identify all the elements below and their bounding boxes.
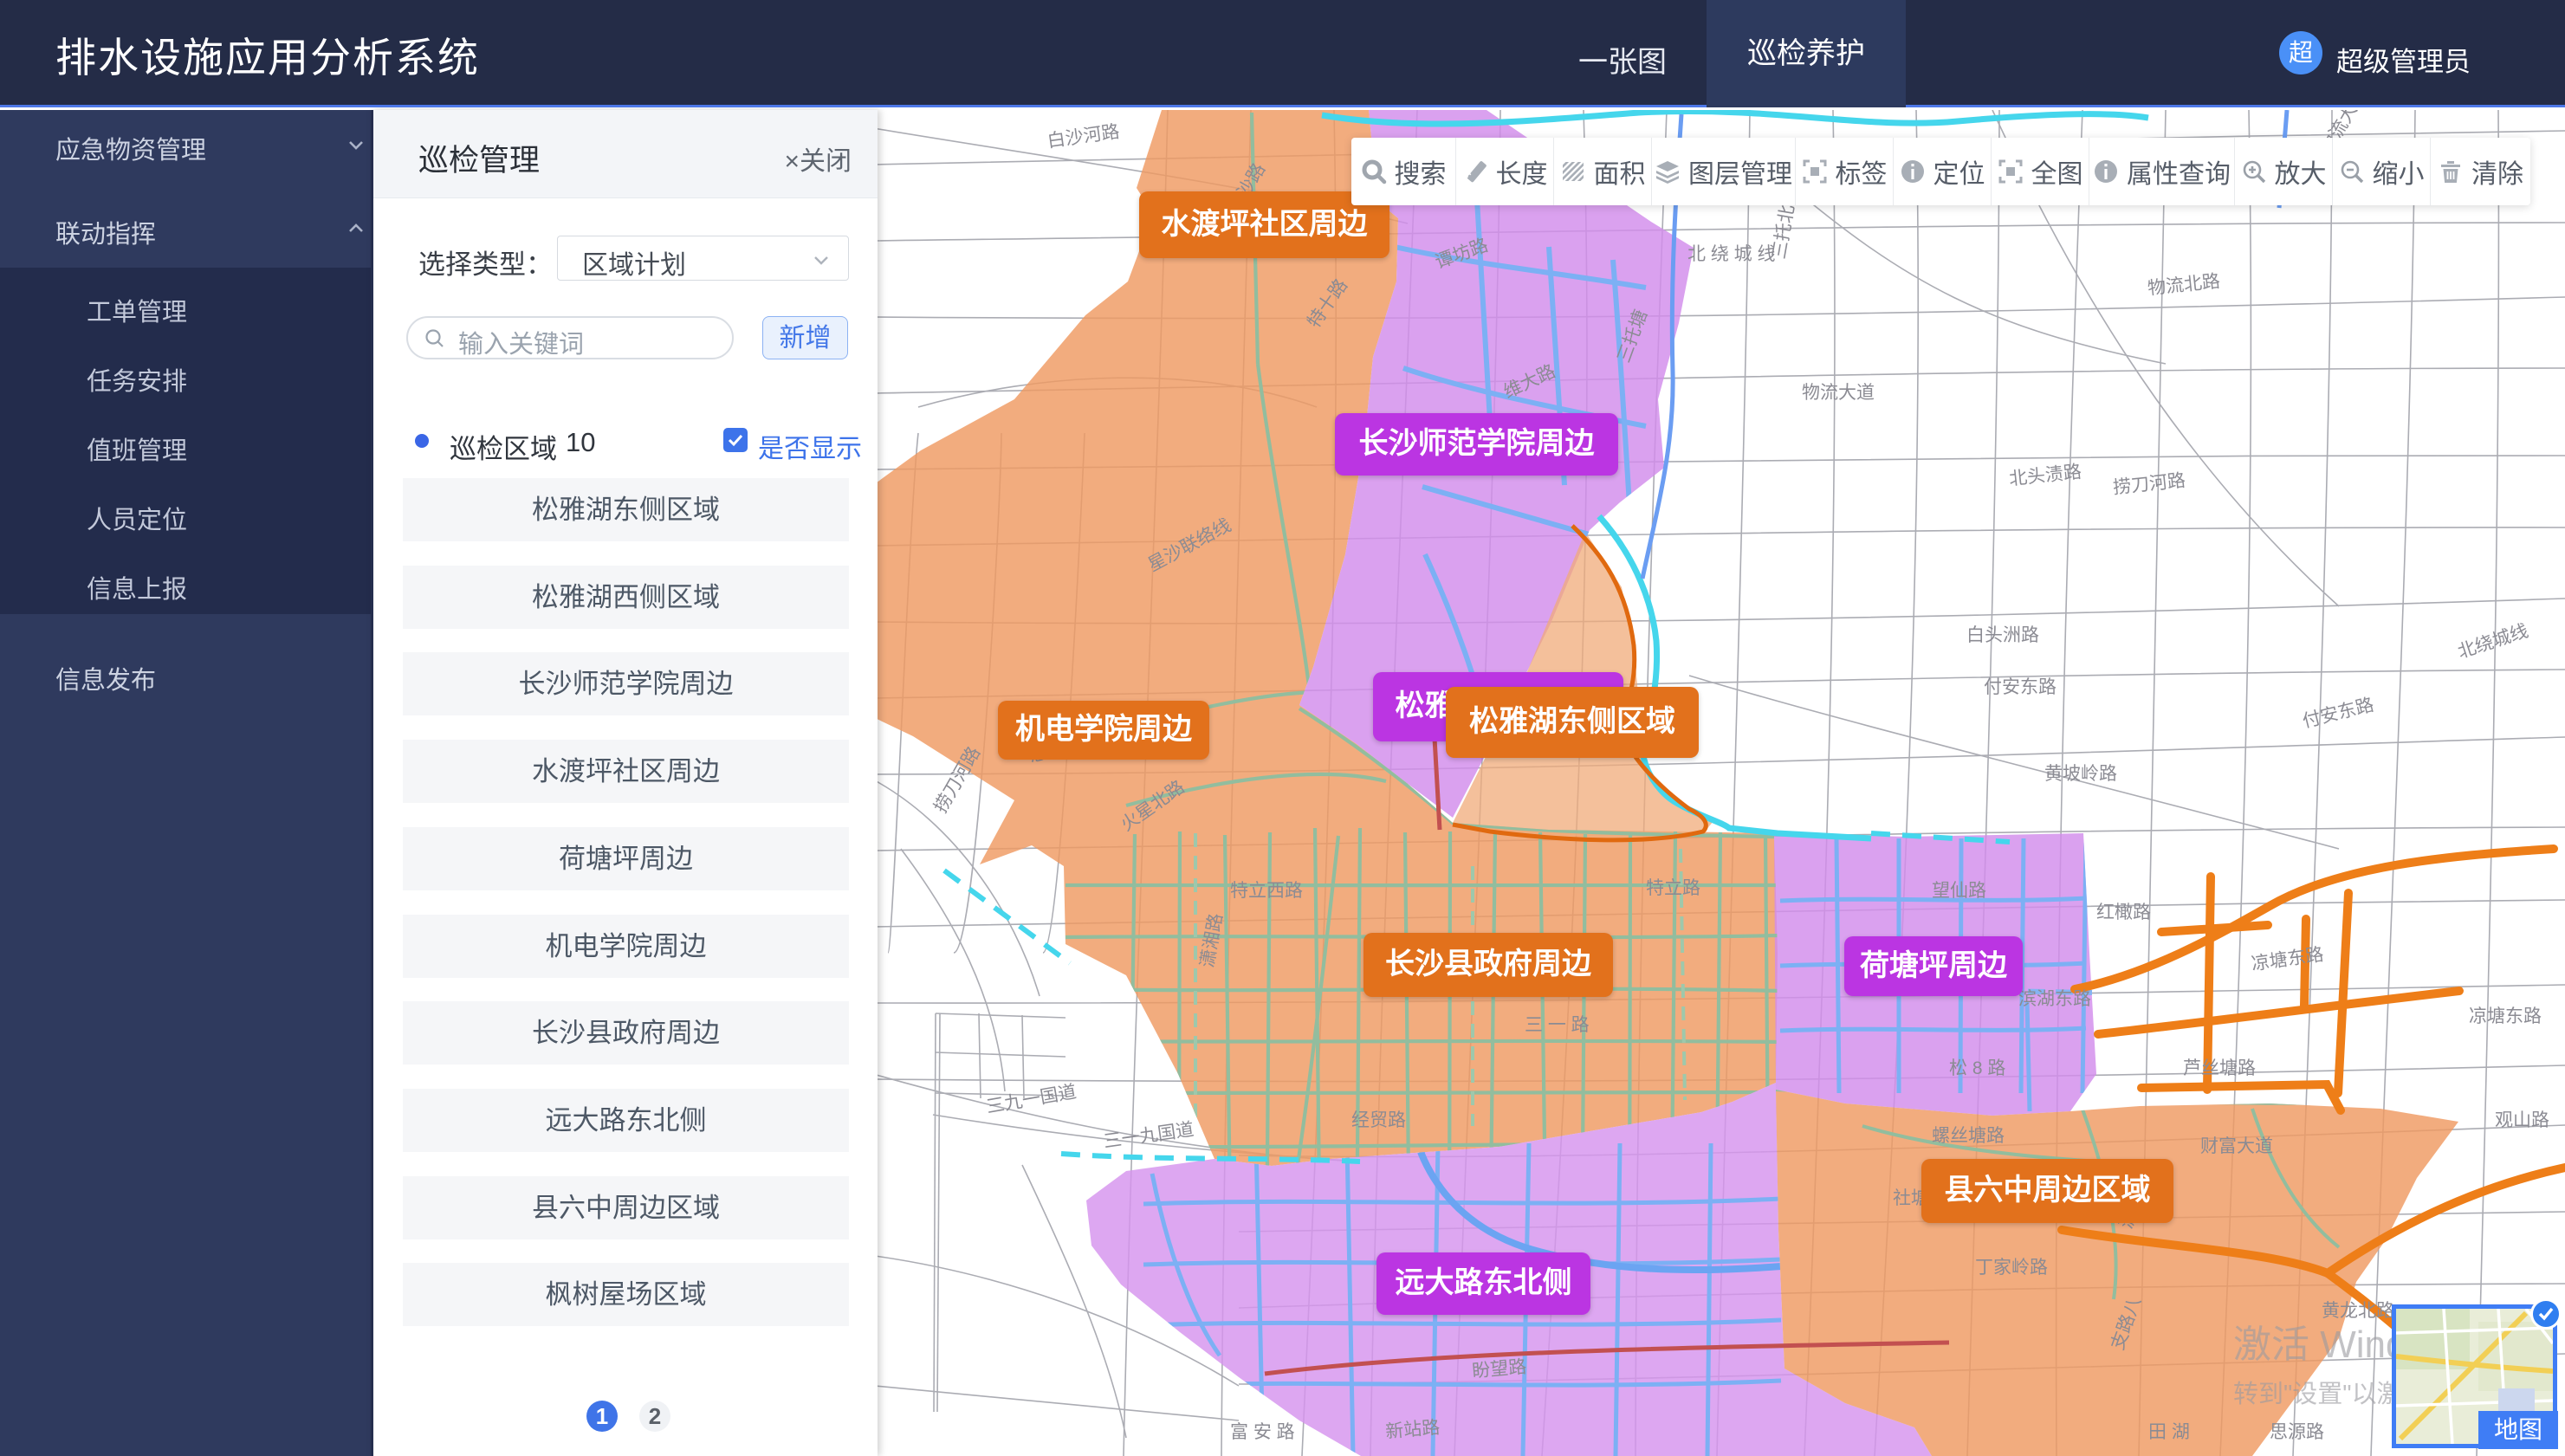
svg-text:财富大道: 财富大道 (2200, 1136, 2273, 1156)
svg-text:凉塘东路: 凉塘东路 (2469, 1006, 2542, 1026)
svg-text:田 湖: 田 湖 (2148, 1422, 2190, 1442)
svg-text:滨湖东路: 滨湖东路 (2018, 989, 2091, 1009)
svg-text:捞刀河路: 捞刀河路 (2112, 470, 2186, 498)
svg-text:富 安 路: 富 安 路 (1230, 1422, 1295, 1442)
svg-text:特立西路: 特立西路 (1230, 881, 1303, 901)
svg-text:观山路: 观山路 (2495, 1110, 2549, 1130)
svg-text:物流北路: 物流北路 (2147, 271, 2221, 299)
svg-text:白头洲路: 白头洲路 (1966, 625, 2039, 645)
svg-text:特立路: 特立路 (1646, 878, 1700, 898)
svg-text:经贸路: 经贸路 (1351, 1110, 1406, 1130)
svg-text:物流大道: 物流大道 (1802, 383, 1875, 403)
svg-text:三九一国道: 三九一国道 (985, 1082, 1078, 1117)
svg-text:北头渍路: 北头渍路 (2008, 462, 2082, 489)
svg-text:望仙路: 望仙路 (1932, 881, 1986, 901)
svg-text:三 一 路: 三 一 路 (1525, 1015, 1590, 1035)
svg-text:丁家岭路: 丁家岭路 (1975, 1258, 2048, 1278)
svg-text:芦丝塘路: 芦丝塘路 (2183, 1058, 2256, 1078)
svg-text:凉塘东路: 凉塘东路 (2250, 944, 2324, 974)
svg-text:付安东路: 付安东路 (1984, 677, 2057, 697)
svg-text:白沙河路: 白沙河路 (1046, 121, 1120, 151)
svg-text:松 8 路: 松 8 路 (1949, 1058, 2005, 1078)
svg-text:北 绕 城 线: 北 绕 城 线 (1687, 244, 1776, 264)
svg-text:红橄路: 红橄路 (2096, 903, 2151, 922)
svg-text:北绕城线: 北绕城线 (2455, 621, 2530, 663)
svg-text:思源路: 思源路 (2270, 1422, 2324, 1442)
svg-text:螺丝塘路: 螺丝塘路 (1932, 1126, 2005, 1146)
svg-text:付安东路: 付安东路 (2301, 695, 2376, 732)
svg-text:黄坡岭路: 黄坡岭路 (2044, 764, 2117, 784)
svg-text:三托北: 三托北 (1769, 204, 1798, 261)
